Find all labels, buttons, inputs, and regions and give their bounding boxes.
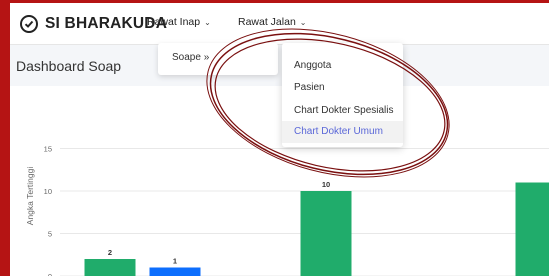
y-tick-label: 15 <box>44 145 52 154</box>
nav-rawat-inap[interactable]: Rawat Inap ⌄ <box>147 16 211 28</box>
bar[interactable] <box>149 267 201 276</box>
bar[interactable] <box>515 182 549 276</box>
page-frame: SI BHARAKUDA Rawat Inap ⌄ Rawat Jalan ⌄ … <box>0 0 549 276</box>
bar-chart: 0 5 10 15 Angka Tertinggi 2 1 10 <box>25 145 549 276</box>
chevron-down-icon: ⌄ <box>299 17 307 27</box>
dropdown-item-anggota[interactable]: Anggota <box>294 60 331 71</box>
nav-rawat-jalan[interactable]: Rawat Jalan ⌄ <box>238 16 306 28</box>
brand[interactable]: SI BHARAKUDA <box>20 14 167 34</box>
y-tick-label: 10 <box>44 187 52 196</box>
dropdown-menu: Anggota Pasien Chart Dokter Spesialis Ch… <box>282 43 403 147</box>
bar[interactable] <box>300 191 352 276</box>
dropdown-item-pasien[interactable]: Pasien <box>294 82 325 93</box>
submenu-soape: Soape » <box>158 43 278 75</box>
chevron-down-icon: ⌄ <box>204 17 211 27</box>
nav-rawat-inap-label: Rawat Inap <box>147 16 201 28</box>
dropdown-item-chart-dokter-umum[interactable]: Chart Dokter Umum <box>282 121 403 143</box>
page-title: Dashboard Soap <box>16 58 122 74</box>
bar-data-label: 2 <box>108 248 112 257</box>
bar-data-label: 10 <box>322 180 330 189</box>
dropdown-item-chart-dokter-spesialis[interactable]: Chart Dokter Spesialis <box>294 105 393 116</box>
bar-data-label: 1 <box>173 257 177 266</box>
y-tick-label: 0 <box>48 272 52 276</box>
y-axis-label: Angka Tertinggi <box>25 167 35 226</box>
nav-rawat-jalan-label: Rawat Jalan <box>238 16 296 28</box>
submenu-item-soape[interactable]: Soape » <box>172 52 209 63</box>
y-tick-label: 5 <box>48 230 52 239</box>
check-circle-icon <box>20 15 38 33</box>
bar[interactable] <box>84 259 136 276</box>
navbar: SI BHARAKUDA Rawat Inap ⌄ Rawat Jalan ⌄ <box>10 3 549 45</box>
